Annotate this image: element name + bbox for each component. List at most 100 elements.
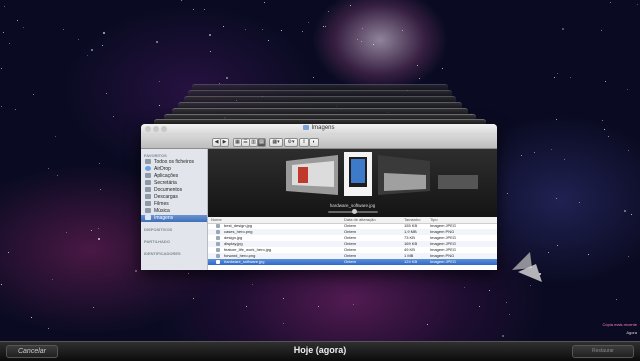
star [328,11,329,12]
cover-flow-images [286,152,478,196]
star [98,228,99,229]
sidebar-item-documents[interactable]: Documentos [145,187,205,194]
star [188,273,189,274]
star [628,150,629,151]
star [442,68,443,69]
cover-image-screen [351,159,365,183]
star [353,304,354,305]
timeline-label-now[interactable]: Agora [626,330,637,335]
star [268,40,269,41]
action-button[interactable]: ⚙▾ [284,138,298,147]
star [33,94,34,95]
sidebar-item-music[interactable]: Música [145,208,205,215]
star [159,81,160,82]
cover-flow-preview[interactable]: hardware_software.jpg [208,149,497,217]
coverflow-view-button[interactable]: ▤ [257,138,266,147]
star [628,256,629,257]
star [193,9,194,10]
star [318,306,319,307]
sidebar-item-airdrop[interactable]: AirDrop [145,166,205,173]
star [91,49,93,51]
file-list: Nome Data de alteração Tamanho Tipo best… [208,217,497,270]
sidebar-item-desktop[interactable]: Secretária [145,180,205,187]
star [113,116,114,117]
star [223,26,224,27]
time-machine-nav-arrows [512,252,542,282]
star [1,68,2,69]
star [252,284,253,285]
star [373,44,374,45]
star [551,149,552,150]
timeline-label-latest[interactable]: Cópia mais recente [603,322,637,327]
sidebar-item-label: Aplicações [154,173,179,179]
star [4,6,5,7]
star [357,39,358,40]
star [226,77,228,79]
arrange-button[interactable]: ▦▾ [269,138,283,147]
file-icon [216,242,220,246]
star [602,120,603,121]
applications-icon [145,173,151,179]
star [489,290,490,291]
share-button[interactable]: ⇪ [299,138,309,147]
music-icon [145,208,151,214]
sidebar-item-applications[interactable]: Aplicações [145,173,205,180]
file-name: hardware_software.jpg [224,259,265,264]
star [283,298,284,299]
downloads-icon [145,194,151,200]
star [246,306,247,307]
favorites-header: FAVORITOS [144,153,167,158]
file-row-selected[interactable]: hardware_software.jpg Ontem 124 KB Imagem J… [208,259,497,265]
window-title-row: Imagens [141,125,497,131]
star [637,4,638,5]
star [262,29,263,30]
cover-flow-scrollbar[interactable] [328,209,378,214]
star [502,335,504,337]
star [627,89,628,90]
star [554,77,555,78]
sidebar-item-pictures[interactable]: Imagens [141,215,207,222]
star [557,73,558,74]
folder-icon [303,125,310,130]
file-size: 124 KB [404,259,418,264]
sidebar-item-movies[interactable]: Filmes [145,201,205,208]
star [31,317,32,318]
star [210,51,211,52]
tags-button[interactable]: ◐ [309,138,319,147]
file-icon [216,254,220,258]
star [313,77,314,78]
star [23,27,24,28]
sidebar-item-label: Documentos [154,187,183,193]
star [588,254,589,255]
star [181,0,182,1]
movies-icon [145,201,151,207]
file-date: Ontem [344,259,357,264]
cover-image-left-accent [298,167,308,183]
file-icon [216,236,220,240]
restore-button[interactable]: Restaurar [572,345,634,358]
star [1,106,2,107]
pictures-icon [145,215,151,221]
star [93,307,94,308]
star [556,198,557,199]
star [135,270,137,272]
sidebar-item-all-files[interactable]: Todos os ficheiros [145,159,205,166]
star [610,2,611,3]
file-icon [216,230,220,234]
star [281,30,282,31]
star [1,284,2,285]
sidebar-item-downloads[interactable]: Descargas [145,194,205,201]
star [156,41,158,43]
star [616,299,617,300]
star [102,45,103,46]
star [17,20,18,21]
star [98,238,100,240]
star [557,245,558,246]
star [264,2,265,3]
star [78,39,79,40]
star [427,324,428,325]
star [48,168,49,169]
forward-button[interactable]: ▶ [220,138,229,147]
scrollbar-thumb[interactable] [352,209,357,214]
file-icon [216,224,220,228]
